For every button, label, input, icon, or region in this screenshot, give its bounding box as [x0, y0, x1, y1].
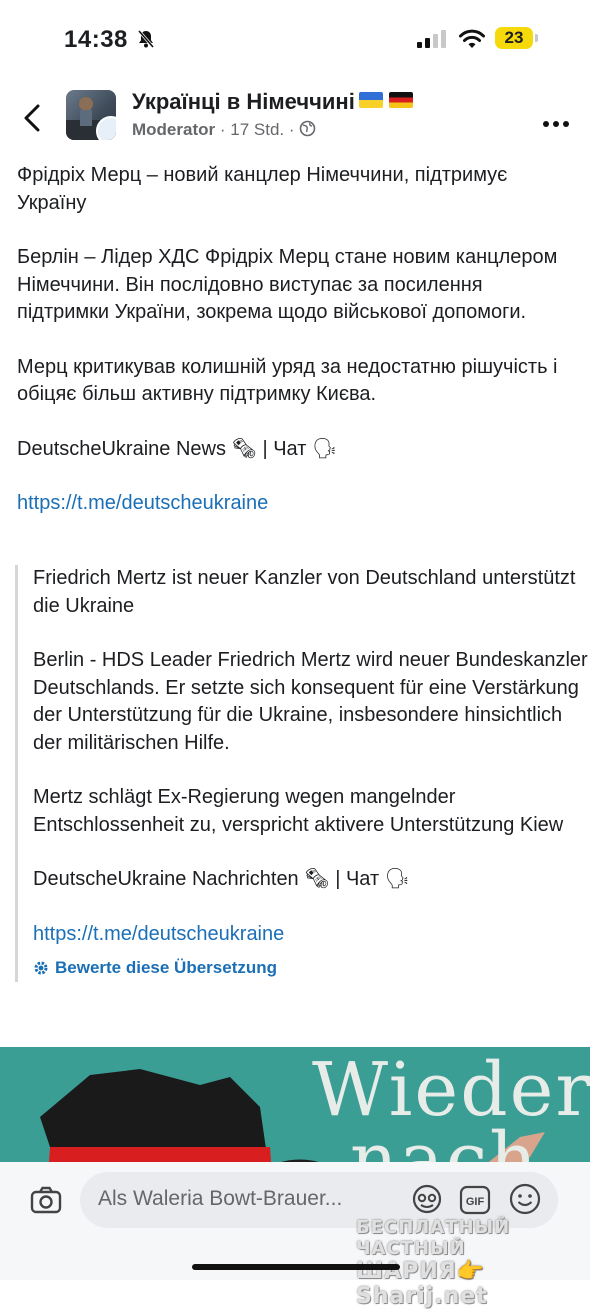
- back-arrow-icon[interactable]: [20, 103, 46, 138]
- gear-icon: [34, 961, 48, 975]
- emoji-icon[interactable]: [508, 1182, 542, 1221]
- rate-translation-label: Bewerte diese Übersetzung: [55, 958, 278, 977]
- post-body: Фрідріх Мерц – новий канцлер Німеччини, …: [17, 162, 577, 518]
- post-meta: Moderator · 17 Std. ·: [132, 120, 316, 140]
- battery-tip: [535, 34, 538, 42]
- translation-paragraph: Berlin - HDS Leader Friedrich Mertz wird…: [33, 649, 588, 754]
- post-time[interactable]: 17 Std.: [230, 120, 284, 139]
- post-image[interactable]: Wieder nach: [0, 1047, 590, 1177]
- wifi-icon: [458, 28, 486, 55]
- comment-bar: Als Waleria Bowt-Brauer... GIF БЕСПЛАТНЫ…: [0, 1162, 590, 1309]
- avatar-sticker-icon[interactable]: [410, 1182, 444, 1221]
- group-name[interactable]: Українці в Німеччині: [132, 89, 413, 115]
- translation-title: Friedrich Mertz ist neuer Kanzler von De…: [33, 567, 576, 617]
- home-indicator[interactable]: [192, 1264, 400, 1270]
- comment-placeholder: Als Waleria Bowt-Brauer...: [98, 1187, 343, 1210]
- svg-text:GIF: GIF: [466, 1196, 485, 1208]
- post-link[interactable]: https://t.me/deutscheukraine: [17, 490, 577, 518]
- member-role: Moderator: [132, 120, 216, 139]
- translation-paragraph: Mertz schlägt Ex-Regierung wegen mangeln…: [33, 786, 564, 836]
- status-bar: 14:38 23: [0, 0, 590, 80]
- translation-block: Friedrich Mertz ist neuer Kanzler von De…: [15, 565, 590, 982]
- clock: 14:38: [64, 26, 128, 53]
- group-avatar[interactable]: [66, 90, 116, 140]
- post-title: Фрідріх Мерц – новий канцлер Німеччини, …: [17, 164, 508, 214]
- bell-muted-icon: [136, 29, 156, 54]
- meta-separator: ·: [288, 120, 300, 139]
- translation-signature: DeutscheUkraine Nachrichten 🗞 | Чат 🗣: [33, 868, 411, 890]
- gif-icon[interactable]: GIF: [459, 1184, 491, 1221]
- camera-icon[interactable]: [30, 1186, 62, 1219]
- post-signature: DeutscheUkraine News 🗞 | Чат 🗣: [17, 437, 338, 460]
- post-paragraph: Берлін – Лідер ХДС Фрідріх Мерц стане но…: [17, 246, 558, 323]
- ukraine-flag-icon: [358, 92, 383, 108]
- translation-link[interactable]: https://t.me/deutscheukraine: [33, 921, 590, 949]
- globe-icon: [299, 120, 316, 139]
- battery-level: 23: [495, 27, 533, 49]
- meta-separator: ·: [219, 120, 231, 139]
- post-paragraph: Мерц критикував колишній уряд за недоста…: [17, 355, 558, 406]
- germany-flag-icon: [388, 92, 413, 108]
- watermark: БЕСПЛАТНЫЙ ЧАСТНЫЙ ШАРИЯ👉Sharij.net: [356, 1217, 590, 1309]
- rate-translation-button[interactable]: Bewerte diese Übersetzung: [33, 954, 590, 982]
- watermark-line: БЕСПЛАТНЫЙ ЧАСТНЫЙ: [356, 1217, 511, 1259]
- post-header: Українці в Німеччині Moderator · 17 Std.…: [0, 85, 590, 150]
- cellular-signal-icon: [417, 30, 449, 53]
- more-options-icon[interactable]: [542, 115, 570, 133]
